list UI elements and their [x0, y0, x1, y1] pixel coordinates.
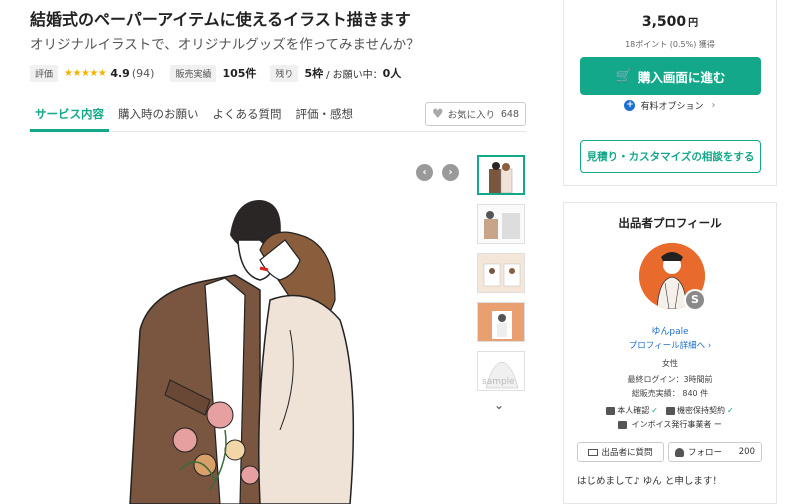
remaining-value: 5枠: [304, 67, 324, 80]
envelope-icon: [588, 448, 599, 456]
inquiry-label: / お願い中：: [326, 69, 383, 81]
bouquet-flower: [172, 427, 198, 453]
message-seller-button[interactable]: 出品者に質問: [577, 442, 664, 462]
service-subtitle: オリジナルイラストで、オリジナルグッズを作ってみませんか？: [30, 37, 420, 53]
sales-value: 105件: [222, 67, 257, 80]
paid-options-label: 有料オプション: [640, 102, 704, 112]
sales-tag: 販売実績: [170, 64, 217, 82]
plus-circle-icon: +: [624, 100, 636, 111]
bouquet-flower: [240, 465, 260, 485]
follow-button[interactable]: フォロー 200: [668, 442, 762, 462]
follow-label: フォロー: [688, 448, 723, 458]
seller-rank-badge: S: [684, 289, 706, 311]
thumbnail-5[interactable]: sample: [477, 351, 525, 391]
rating-stars: ★★★★★: [64, 67, 107, 79]
seller-profile-card: 出品者プロフィール S ゆんpale プロフィール詳細へ › 女性 最終ログイン…: [563, 202, 777, 504]
seller-total-sales: 総販売実績： 840 件: [631, 389, 709, 398]
check-icon: ✓: [727, 406, 734, 415]
thumbnail-2[interactable]: [477, 204, 525, 244]
verification-row: 本人確認 ✓ 機密保持契約 ✓: [564, 405, 776, 416]
seller-name[interactable]: ゆんpale: [564, 324, 776, 337]
chevron-right-icon: ›: [707, 341, 712, 351]
thumbnail-1[interactable]: [477, 155, 525, 195]
thumbnail-4[interactable]: [477, 302, 525, 342]
profile-detail-link[interactable]: プロフィール詳細へ ›: [564, 339, 776, 351]
consult-button[interactable]: 見積り・カスタマイズの相談をする: [580, 140, 761, 173]
favorite-button[interactable]: ♥ お気に入り 648: [425, 102, 526, 126]
chevron-right-icon: ›: [448, 167, 453, 178]
identity-verified: 本人確認 ✓: [606, 405, 658, 416]
id-card-icon: [606, 406, 616, 415]
inquiry-value: 0人: [382, 67, 402, 80]
thumbnail-strip: sample: [477, 155, 527, 400]
price-card: 3,500 円 18ポイント (0.5%) 獲得 🛒 購入画面に進む + 有料オプ…: [563, 0, 777, 186]
tab-reviews[interactable]: 評価・感想: [291, 96, 359, 132]
cart-icon: 🛒: [615, 68, 632, 84]
rating-tag: 評価: [30, 64, 59, 82]
chevron-left-icon: ‹: [422, 167, 427, 178]
user-plus-icon: [675, 447, 684, 457]
chevron-down-icon[interactable]: ⌄: [494, 398, 504, 412]
profile-detail-label: プロフィール詳細へ: [628, 341, 706, 351]
nda-label: 機密保持契約: [677, 406, 725, 415]
points-earned: 18ポイント (0.5%) 獲得: [625, 40, 715, 49]
invoice-status: インボイス発行事業者 ー: [564, 419, 776, 430]
heart-icon: ♥: [432, 106, 444, 122]
message-seller-label: 出品者に質問: [601, 448, 653, 458]
invoice-label: インボイス発行事業者 ー: [631, 420, 722, 429]
seller-last-login: 最終ログイン：3時間前: [627, 375, 713, 384]
identity-label: 本人確認: [617, 406, 650, 415]
favorite-count: 648: [500, 108, 519, 120]
seller-intro: はじめまして♪ ゆん と申します！: [577, 476, 722, 487]
buy-button[interactable]: 🛒 購入画面に進む: [580, 57, 761, 95]
bouquet-flower: [206, 401, 234, 429]
seller-gender: 女性: [662, 359, 678, 368]
price: 3,500 円: [564, 14, 776, 30]
bouquet-flower: [224, 439, 246, 461]
rating-count-link[interactable]: (94): [132, 67, 155, 80]
chevron-right-icon: ›: [711, 100, 716, 111]
tab-service-content[interactable]: サービス内容: [30, 96, 109, 132]
svg-text:sample: sample: [482, 377, 515, 387]
gallery-next-button[interactable]: ›: [442, 164, 459, 181]
woman-dress: [258, 294, 355, 504]
profile-heading: 出品者プロフィール: [618, 216, 722, 230]
id-card-icon: [618, 420, 628, 429]
tab-faq[interactable]: よくある質問: [208, 96, 287, 132]
tab-purchase-requests[interactable]: 購入時のお願い: [113, 96, 204, 132]
main-service-image: [110, 180, 450, 504]
service-title: 結婚式のペーパーアイテムに使えるイラスト描きます: [30, 10, 411, 29]
thumbnail-3[interactable]: [477, 253, 525, 293]
paid-options-link[interactable]: + 有料オプション ›: [564, 99, 776, 112]
gallery-prev-button[interactable]: ‹: [416, 164, 433, 181]
check-icon: ✓: [651, 406, 658, 415]
follow-count: 200: [738, 447, 755, 457]
bouquet-flower: [193, 453, 217, 477]
buy-button-label: 購入画面に進む: [637, 69, 726, 85]
price-value: 3,500: [641, 14, 687, 30]
document-icon: [666, 406, 675, 415]
price-currency: 円: [688, 18, 699, 29]
remaining-tag: 残り: [270, 64, 299, 82]
rating-value: 4.9: [110, 66, 130, 80]
favorite-label: お気に入り: [447, 110, 496, 121]
woman-lips: [259, 266, 269, 272]
nda-verified: 機密保持契約 ✓: [666, 405, 734, 416]
service-stats: 評価 ★★★★★ 4.9 (94) 販売実績 105件 残り 5枠 / お願い中…: [30, 64, 415, 82]
